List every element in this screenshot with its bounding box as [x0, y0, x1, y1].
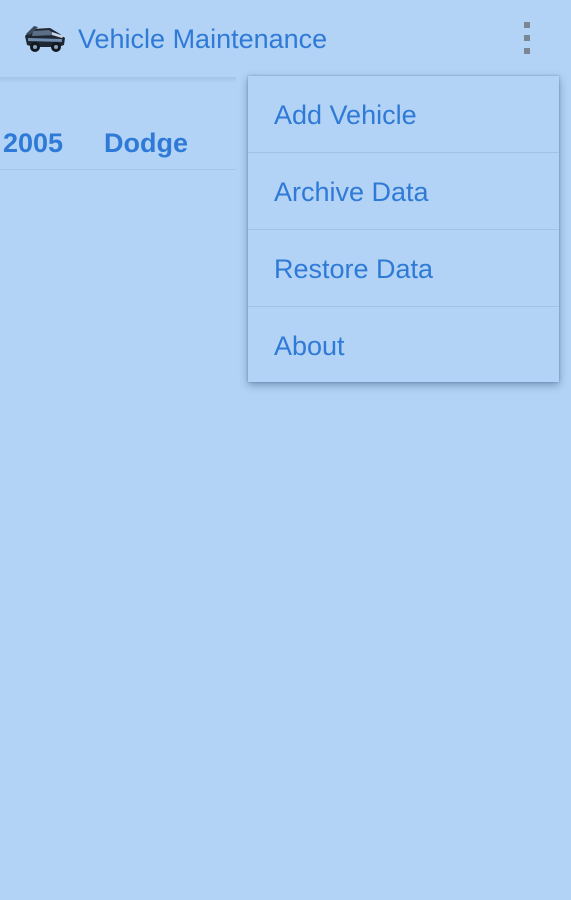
menu-item-archive-data[interactable]: Archive Data [248, 153, 559, 230]
more-vert-icon[interactable] [512, 16, 542, 60]
app-bar: Vehicle Maintenance [0, 0, 571, 77]
menu-item-add-vehicle[interactable]: Add Vehicle [248, 76, 559, 153]
app-screen: Vehicle Maintenance 2005 Dodge Add Vehic… [0, 0, 571, 900]
car-icon [22, 22, 68, 54]
menu-item-label: Add Vehicle [274, 100, 417, 130]
app-title: Vehicle Maintenance [78, 24, 328, 54]
menu-item-label: Archive Data [274, 177, 429, 207]
overflow-dot [524, 35, 530, 41]
overflow-dot [524, 22, 530, 28]
menu-item-label: Restore Data [274, 254, 434, 284]
overflow-menu: Add Vehicle Archive Data Restore Data Ab… [248, 76, 559, 382]
menu-item-about[interactable]: About [248, 307, 559, 384]
overflow-dot [524, 48, 530, 54]
app-bar-shadow [0, 77, 236, 83]
vehicle-year: 2005 [3, 128, 64, 158]
menu-item-label: About [274, 331, 345, 361]
vehicle-list-item[interactable]: 2005 Dodge [0, 118, 236, 170]
menu-item-restore-data[interactable]: Restore Data [248, 230, 559, 307]
vehicle-make: Dodge [104, 128, 188, 158]
